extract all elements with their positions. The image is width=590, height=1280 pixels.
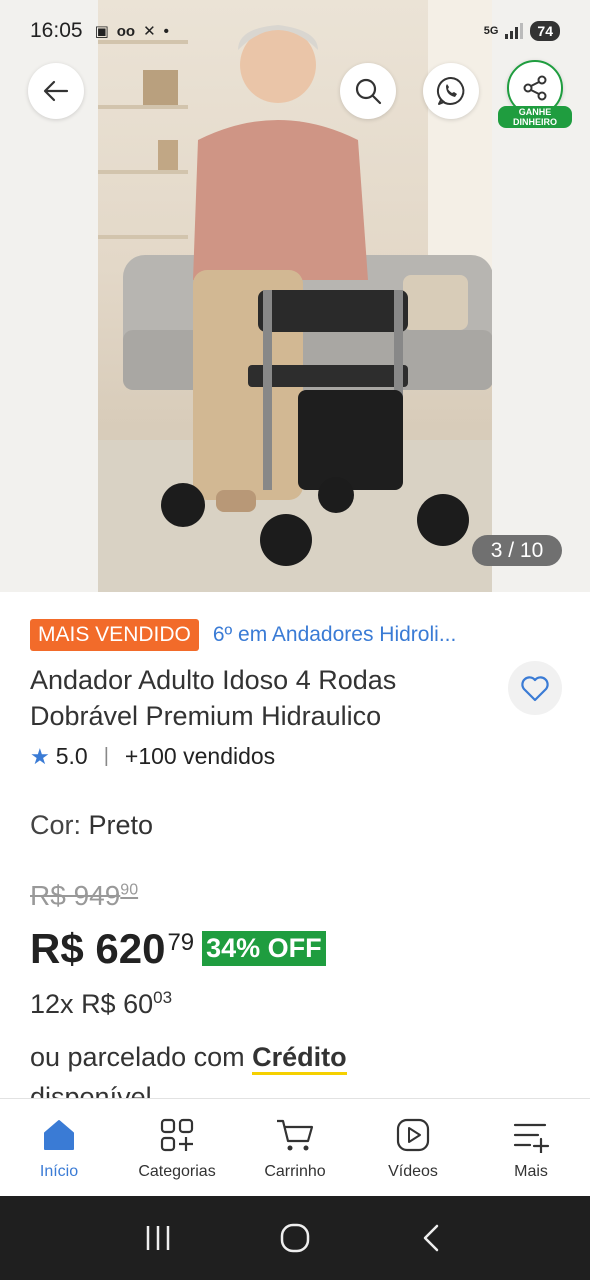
current-price: R$ 620 (30, 925, 166, 972)
rating-value: 5.0 (55, 743, 88, 769)
original-price-cents: 90 (120, 881, 139, 899)
nav-item-videos[interactable]: Vídeos (354, 1099, 472, 1196)
product-gallery[interactable]: GANHE DINHEIRO 3 / 10 (0, 0, 590, 592)
star-icon: ★ (30, 743, 50, 769)
discount-badge: 34% OFF (202, 931, 326, 966)
heart-icon (521, 676, 549, 702)
installment-cents: 03 (153, 988, 173, 1007)
x-app-icon: ✕ (143, 23, 156, 40)
earn-money-label[interactable]: GANHE DINHEIRO (498, 106, 572, 128)
nav-label-categorias: Categorias (138, 1163, 216, 1180)
badge-row: MAIS VENDIDO 6º em Andadores Hidroli... (30, 619, 570, 651)
nav-item-categorias[interactable]: Categorias (118, 1099, 236, 1196)
whatsapp-icon (436, 76, 465, 105)
status-bar: 16:05 ▣ ᴏᴏ ✕ • 5G 74 (0, 0, 590, 62)
network-label: 5G (483, 25, 499, 37)
installment-info: 12x R$ 6003 (30, 988, 172, 1020)
original-price-value: R$ 949 (30, 880, 121, 911)
bottom-navigation: Início Categorias Carrinho Vídeos Mais (0, 1098, 590, 1196)
system-navigation-bar (0, 1196, 590, 1280)
cart-icon (277, 1119, 314, 1151)
search-icon (355, 78, 382, 105)
signal-icon (505, 23, 524, 39)
screenshot-icon: ▣ (94, 23, 109, 40)
image-counter: 3 / 10 (472, 535, 562, 566)
home-icon (44, 1120, 74, 1150)
home-circle-icon (280, 1223, 310, 1253)
nav-item-inicio[interactable]: Início (0, 1099, 118, 1196)
nav-label-videos: Vídeos (388, 1163, 438, 1180)
recent-apps-icon (147, 1226, 170, 1250)
nav-label-carrinho: Carrinho (264, 1163, 326, 1180)
original-price: R$ 94990 (30, 880, 138, 912)
current-price-cents: 79 (167, 929, 195, 956)
best-seller-badge: MAIS VENDIDO (30, 619, 199, 651)
home-system-button[interactable] (265, 1208, 325, 1268)
arrow-left-icon (43, 80, 69, 102)
whatsapp-share-button[interactable] (423, 63, 479, 119)
product-title: Andador Adulto Idoso 4 Rodas Dobrável Pr… (30, 665, 397, 731)
chevron-left-icon (423, 1224, 438, 1252)
price-row: R$ 620 79 34% OFF (30, 925, 326, 973)
voicemail-icon: ᴏᴏ (116, 22, 136, 40)
credit-suffix: disponível (30, 1082, 152, 1098)
nav-label-inicio: Início (39, 1163, 79, 1180)
nav-item-carrinho[interactable]: Carrinho (236, 1099, 354, 1196)
search-button[interactable] (340, 63, 396, 119)
favorite-button[interactable] (508, 661, 562, 715)
category-ranking-link[interactable]: 6º em Andadores Hidroli... (213, 623, 533, 647)
nav-item-mais[interactable]: Mais (472, 1099, 590, 1196)
video-icon (396, 1118, 430, 1152)
dot-icon: • (163, 22, 169, 40)
back-system-button[interactable] (402, 1208, 462, 1268)
categories-icon (160, 1118, 194, 1152)
menu-plus-icon (513, 1123, 550, 1153)
battery-indicator: 74 (530, 21, 560, 41)
share-icon (523, 75, 547, 101)
color-selector[interactable]: Cor: Preto (30, 810, 153, 841)
rating-row[interactable]: ★ 5.0 | +100 vendidos (30, 743, 275, 770)
sold-count: +100 vendidos (124, 743, 276, 769)
credit-prefix: ou parcelado com (30, 1042, 245, 1072)
recent-apps-button[interactable] (128, 1208, 188, 1268)
credit-info-continued: disponível (30, 1082, 152, 1098)
nav-label-mais: Mais (514, 1163, 548, 1180)
credit-link[interactable]: Crédito (252, 1042, 347, 1075)
installment-value: R$ 60 (81, 989, 154, 1019)
divider: | (103, 745, 109, 767)
installment-count: 12x (30, 989, 74, 1019)
credit-info[interactable]: ou parcelado com Crédito (30, 1042, 347, 1075)
back-button[interactable] (28, 63, 84, 119)
color-value: Preto (88, 810, 154, 840)
status-time: 16:05 (30, 19, 83, 42)
color-label: Cor: (30, 810, 82, 840)
